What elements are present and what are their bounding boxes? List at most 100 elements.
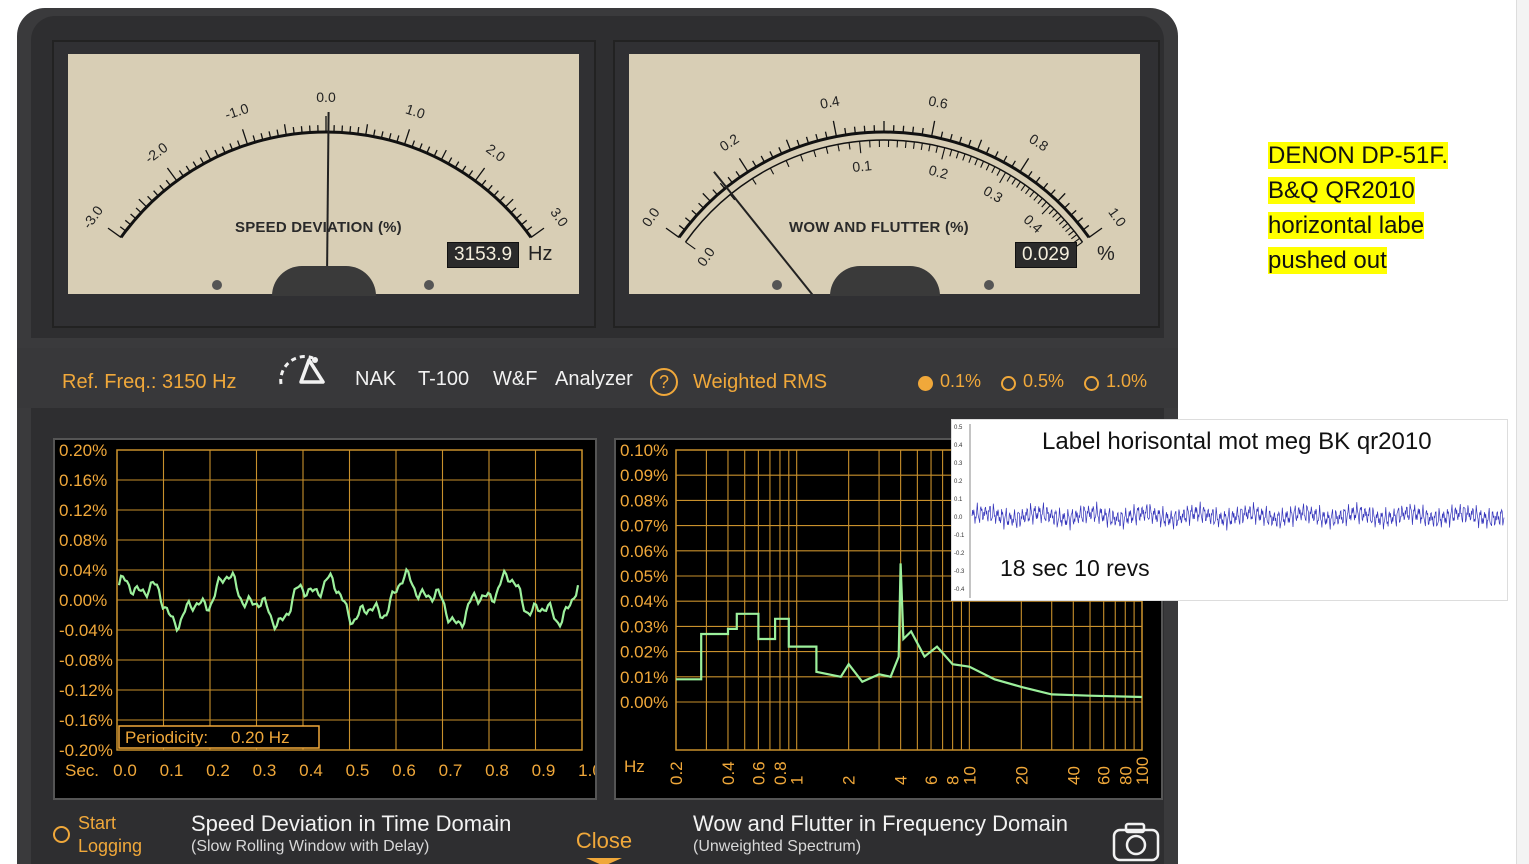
wf-tick [698, 202, 705, 209]
wf-tick [1035, 176, 1041, 184]
close-button[interactable]: Close [574, 828, 634, 864]
note-line-1: DENON DP-51F. [1268, 142, 1449, 169]
freq-x-label: 0.4 [719, 761, 738, 785]
wf-tick [769, 151, 774, 159]
wf-inner-tick [1020, 184, 1026, 191]
overlay-y-label: 0.3 [954, 461, 963, 467]
speed-tick [178, 170, 184, 177]
wf-inner-tick [848, 142, 851, 150]
wf-inner-tick [912, 141, 915, 149]
wf-inner-tick [980, 160, 985, 168]
note-line-4: pushed out [1268, 247, 1387, 274]
pasted-waveform-image: 0.5 0.4 0.3 0.2 0.1 0.0 -0.1 -0.2 -0.3 -0.4 Label… [951, 419, 1508, 601]
speed-meter-title: SPEED DEVIATION (%) [235, 219, 402, 236]
speed-tick [153, 190, 159, 197]
wf-scale-label: 0.6 [927, 92, 949, 111]
wf-tick [1070, 209, 1077, 216]
wf-tick [1011, 160, 1016, 168]
freq-x-label: 6 [922, 776, 941, 785]
speed-tick [468, 170, 474, 177]
overlay-y-label: -0.3 [954, 569, 965, 575]
time-y-label: -0.08% [59, 651, 113, 670]
wf-readout: 0.029 [1015, 242, 1077, 268]
time-x-label: 0.3 [253, 761, 277, 780]
overlay-y-label: 0.1 [954, 497, 963, 503]
speed-tick [525, 226, 533, 232]
speed-meter-face: -3.0 -2.0 -1.0 0.0 1.0 2.0 3.0 SPEED DEVIATION… [68, 54, 579, 296]
wf-inner-tick [949, 149, 953, 157]
speed-tick [199, 157, 205, 164]
document-scrollbar[interactable] [1516, 0, 1529, 864]
wf-inner-label: 0.0 [694, 244, 718, 269]
wf-meter: 0.00.20.40.60.81.00.00.10.20.30.40.5 WOW… [613, 40, 1160, 328]
speed-tick [461, 165, 467, 173]
wf-inner-tick [1062, 223, 1069, 229]
freq-y-label: 0.00% [620, 693, 668, 712]
speed-tick [440, 149, 447, 161]
time-y-label: -0.04% [59, 621, 113, 640]
speed-tick [283, 124, 287, 136]
wf-inner-tick [996, 169, 1001, 176]
camera-icon[interactable] [1111, 822, 1161, 864]
wf-inner-tick [974, 158, 979, 166]
freq-y-label: 0.01% [620, 668, 668, 687]
overlay-title: Label horisontal mot meg BK qr2010 [1042, 428, 1432, 455]
freq-y-label: 0.04% [620, 592, 668, 611]
wf-inner-label: 0.1 [852, 157, 873, 175]
speed-tick [124, 219, 132, 226]
range-radio-0-5[interactable] [1001, 376, 1016, 391]
freq-y-label: 0.05% [620, 567, 668, 586]
time-x-label: 0.6 [392, 761, 416, 780]
speed-tick [241, 129, 249, 145]
freq-domain-subtitle: (Unweighted Spectrum) [693, 838, 862, 855]
speed-readout: 3153.9 [447, 242, 520, 268]
range-radio-1-0[interactable] [1084, 376, 1099, 391]
help-glyph: ? [658, 372, 669, 392]
freq-x-label: 40 [1064, 766, 1083, 785]
speed-tick [135, 207, 142, 214]
wf-inner-tick [1006, 175, 1012, 182]
periodicity-value: 0.20 Hz [231, 728, 290, 747]
freq-y-label: 0.08% [620, 491, 668, 510]
wf-tick [691, 209, 698, 216]
time-x-label: 0.4 [299, 761, 323, 780]
wf-tick [1082, 224, 1090, 231]
speed-tick [349, 126, 352, 134]
wf-tick [1076, 217, 1084, 223]
speed-meter: -3.0 -2.0 -1.0 0.0 1.0 2.0 3.0 SPEED DEVIATION… [52, 40, 596, 328]
wf-tick [976, 139, 983, 151]
wf-inner-tick [1055, 215, 1062, 222]
logging-label[interactable]: Logging [78, 836, 142, 857]
wf-inner-tick [1025, 187, 1031, 195]
wf-tick [1027, 171, 1033, 178]
time-x-prefix: Sec. [65, 761, 99, 780]
wf-inner-tick [999, 172, 1007, 184]
wf-tick [912, 126, 915, 134]
freq-x-label: 100 [1133, 757, 1152, 785]
time-domain-title: Speed Deviation in Time Domain [191, 811, 512, 836]
speed-tick [357, 126, 360, 135]
speed-tick [107, 227, 122, 238]
wf-tick [702, 192, 711, 202]
start-label[interactable]: Start [78, 813, 116, 834]
range-radio-0-1[interactable] [918, 376, 933, 391]
wf-tick [863, 125, 866, 133]
logging-radio[interactable] [53, 826, 70, 843]
time-x-label: 1.0 [578, 761, 595, 780]
help-icon[interactable]: ? [650, 368, 678, 396]
wf-tick [1002, 155, 1008, 163]
wf-inner-tick [1011, 178, 1017, 185]
wf-meter-title: WOW AND FLUTTER (%) [789, 219, 969, 236]
time-x-label: 0.1 [160, 761, 184, 780]
wf-inner-tick [935, 145, 939, 153]
wf-inner-tick [813, 150, 817, 158]
wf-inner-tick [769, 167, 775, 175]
freq-x-label: 10 [960, 766, 979, 785]
time-y-label: 0.00% [59, 591, 107, 610]
freq-x-label: 4 [892, 776, 911, 785]
speed-tick [159, 184, 165, 192]
range-label-1-0: 1.0% [1106, 371, 1148, 391]
wf-inner-label: 0.3 [981, 182, 1006, 206]
time-x-label: 0.8 [485, 761, 509, 780]
range-label-0-1: 0.1% [940, 371, 982, 391]
